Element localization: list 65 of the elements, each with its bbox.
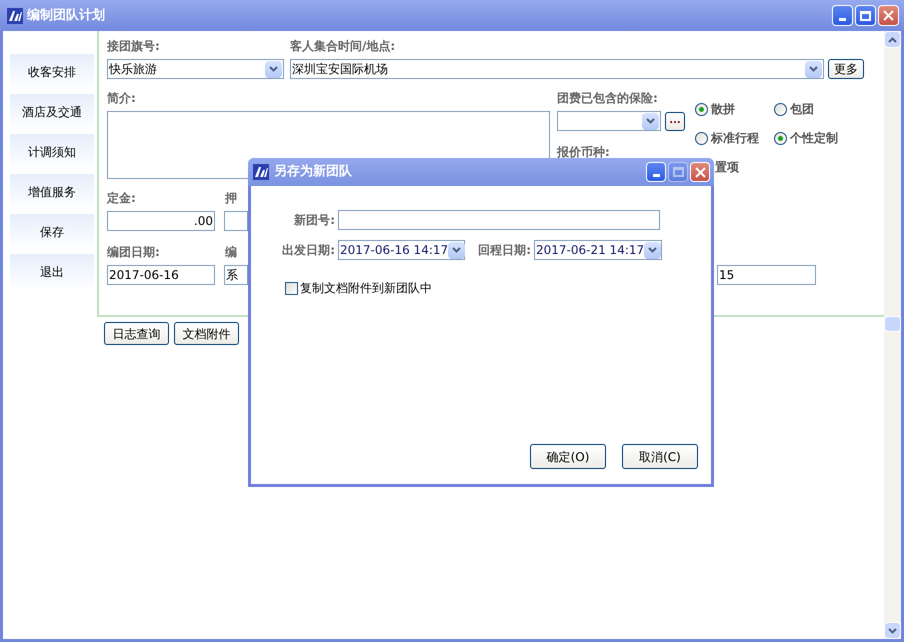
- radio-label: 标准行程: [711, 130, 759, 147]
- field-label: 编: [225, 244, 237, 261]
- text-field[interactable]: 15: [717, 265, 816, 285]
- insurance-select[interactable]: [557, 111, 661, 131]
- scroll-thumb[interactable]: [884, 316, 901, 332]
- chevron-down-icon: [452, 247, 462, 253]
- tour-flag-select[interactable]: 快乐旅游: [107, 59, 284, 79]
- meeting-place-select[interactable]: 深圳宝安国际机场: [290, 59, 824, 79]
- dropdown-button[interactable]: [642, 112, 659, 130]
- field-label: 新团号:: [293, 212, 335, 229]
- dropdown-button[interactable]: [265, 60, 282, 78]
- chevron-down-icon: [646, 118, 655, 124]
- scroll-down-icon[interactable]: [884, 622, 901, 639]
- minimize-button[interactable]: [832, 5, 853, 26]
- field-label: 回程日期:: [477, 242, 531, 259]
- deposit-field[interactable]: .00: [107, 211, 215, 231]
- close-button[interactable]: [878, 5, 899, 26]
- radio-button[interactable]: [695, 102, 708, 116]
- close-button[interactable]: [690, 162, 710, 182]
- field-label: 报价币种:: [557, 145, 610, 159]
- field-label: 定金:: [107, 190, 137, 207]
- app-logo-icon: [253, 164, 269, 180]
- dialog-title: 另存为新团队: [274, 162, 353, 182]
- dropdown-button[interactable]: [805, 60, 822, 78]
- radio-label: 个性定制: [790, 130, 838, 147]
- checkbox-label: 复制文档附件到新团队中: [300, 280, 432, 297]
- radio-button[interactable]: [695, 132, 708, 144]
- action-button[interactable]: 文档附件: [174, 322, 239, 345]
- chevron-down-icon: [809, 66, 818, 72]
- browse-button[interactable]: ...: [665, 112, 685, 130]
- scrollbar[interactable]: [884, 31, 901, 639]
- scroll-up-icon[interactable]: [884, 31, 901, 48]
- maximize-button[interactable]: [855, 5, 876, 26]
- app-logo-icon: [7, 8, 23, 24]
- radio-label: 散拼: [711, 101, 735, 118]
- close-icon: [694, 166, 706, 178]
- radio-label: 包团: [790, 101, 814, 118]
- chevron-down-icon: [648, 247, 658, 253]
- field-label: 编团日期:: [107, 244, 161, 261]
- text-field[interactable]: [224, 211, 248, 231]
- field-label: 团费已包含的保险:: [557, 90, 659, 107]
- chevron-down-icon: [269, 66, 278, 72]
- field-label: 押: [225, 190, 237, 207]
- action-button[interactable]: 日志查询: [104, 322, 169, 345]
- date-field[interactable]: 2017-06-16: [107, 265, 215, 285]
- field-label: 客人集合时间/地点:: [290, 38, 396, 55]
- group-number-field[interactable]: [338, 210, 660, 230]
- dropdown-button[interactable]: [644, 242, 662, 258]
- checkbox-label: 置项: [715, 159, 739, 176]
- dialog-button[interactable]: 确定(O): [530, 444, 606, 469]
- minimize-button[interactable]: [646, 162, 666, 182]
- more-button[interactable]: 更多: [828, 59, 864, 79]
- field-label: 出发日期:: [281, 242, 335, 259]
- dialog-button[interactable]: 取消(C): [622, 444, 698, 469]
- radio-button[interactable]: [774, 102, 787, 116]
- field-label: 接团旗号:: [107, 38, 161, 55]
- departure-date-picker[interactable]: 2017-06-16 14:17: [338, 240, 465, 260]
- text-field[interactable]: 系: [224, 265, 248, 285]
- radio-button[interactable]: [774, 132, 787, 144]
- return-date-picker[interactable]: 2017-06-21 14:17: [534, 240, 662, 260]
- field-label: 简介:: [107, 90, 137, 107]
- close-icon: [883, 10, 894, 21]
- window-title: 编制团队计划: [27, 6, 106, 25]
- checkbox[interactable]: [285, 282, 298, 294]
- dropdown-button[interactable]: [448, 242, 466, 258]
